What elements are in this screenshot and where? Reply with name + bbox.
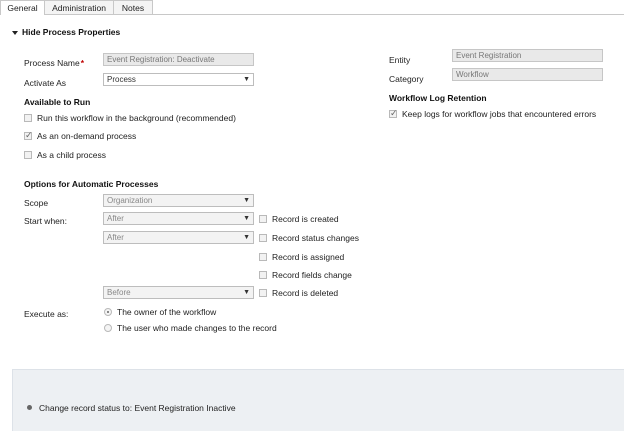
process-name-label: Process Name* xyxy=(24,58,85,68)
record-created-label: Record is created xyxy=(272,214,339,224)
keep-logs-checkbox[interactable]: ✓ xyxy=(389,108,398,118)
step-bullet-icon xyxy=(27,405,32,410)
automatic-processes-title: Options for Automatic Processes xyxy=(24,179,159,189)
record-status-label: Record status changes xyxy=(272,233,359,243)
child-process-label: As a child process xyxy=(37,150,106,160)
checkmark-icon: ✓ xyxy=(390,108,398,118)
chevron-down-icon: ▼ xyxy=(243,197,250,204)
record-status-checkbox[interactable] xyxy=(259,234,267,242)
scope-label: Scope xyxy=(24,198,49,208)
execute-owner-label: The owner of the workflow xyxy=(117,307,217,317)
execute-user-radio[interactable] xyxy=(104,324,112,332)
checkmark-icon: ✓ xyxy=(25,130,33,140)
radio-selected-dot xyxy=(107,311,109,313)
child-process-checkbox[interactable] xyxy=(24,151,32,159)
start-when-label: Start when: xyxy=(24,216,67,226)
steps-panel xyxy=(12,369,624,431)
start-when-select-status[interactable]: After ▼ xyxy=(103,231,254,244)
record-deleted-checkbox[interactable] xyxy=(259,289,267,297)
execute-owner-radio[interactable] xyxy=(104,308,112,316)
record-fields-checkbox[interactable] xyxy=(259,271,267,279)
available-to-run-title: Available to Run xyxy=(24,97,91,107)
section-title[interactable]: Hide Process Properties xyxy=(22,27,120,37)
keep-logs-label: Keep logs for workflow jobs that encount… xyxy=(402,109,597,119)
execute-as-label: Execute as: xyxy=(24,309,69,319)
required-indicator: * xyxy=(80,58,85,68)
chevron-down-icon: ▼ xyxy=(243,289,250,296)
tab-administration[interactable]: Administration xyxy=(44,0,114,14)
tab-bar: General Administration Notes xyxy=(0,0,624,15)
entity-field[interactable]: Event Registration xyxy=(452,49,603,62)
tab-general[interactable]: General xyxy=(0,0,45,15)
chevron-down-icon: ▼ xyxy=(243,215,250,222)
record-deleted-label: Record is deleted xyxy=(272,288,339,298)
on-demand-label: As an on-demand process xyxy=(37,131,137,141)
chevron-down-icon: ▼ xyxy=(243,234,250,241)
run-background-checkbox[interactable] xyxy=(24,114,32,122)
log-retention-title: Workflow Log Retention xyxy=(389,93,487,103)
category-label: Category xyxy=(389,74,424,84)
activate-as-select[interactable]: Process ▼ xyxy=(103,73,254,86)
chevron-down-icon: ▼ xyxy=(243,76,250,83)
start-when-select-created[interactable]: After ▼ xyxy=(103,212,254,225)
execute-user-label: The user who made changes to the record xyxy=(117,323,277,333)
record-created-checkbox[interactable] xyxy=(259,215,267,223)
run-background-label: Run this workflow in the background (rec… xyxy=(37,113,236,123)
activate-as-label: Activate As xyxy=(24,78,67,88)
tab-notes[interactable]: Notes xyxy=(113,0,153,14)
collapse-triangle-icon[interactable] xyxy=(12,28,18,38)
step-text[interactable]: Change record status to: Event Registrat… xyxy=(39,403,236,413)
process-name-field[interactable]: Event Registration: Deactivate xyxy=(103,53,254,66)
start-when-select-deleted[interactable]: Before ▼ xyxy=(103,286,254,299)
record-fields-label: Record fields change xyxy=(272,270,352,280)
record-assigned-label: Record is assigned xyxy=(272,252,345,262)
on-demand-checkbox[interactable]: ✓ xyxy=(24,130,33,140)
record-assigned-checkbox[interactable] xyxy=(259,253,267,261)
scope-select[interactable]: Organization ▼ xyxy=(103,194,254,207)
category-field[interactable]: Workflow xyxy=(452,68,603,81)
entity-label: Entity xyxy=(389,55,411,65)
